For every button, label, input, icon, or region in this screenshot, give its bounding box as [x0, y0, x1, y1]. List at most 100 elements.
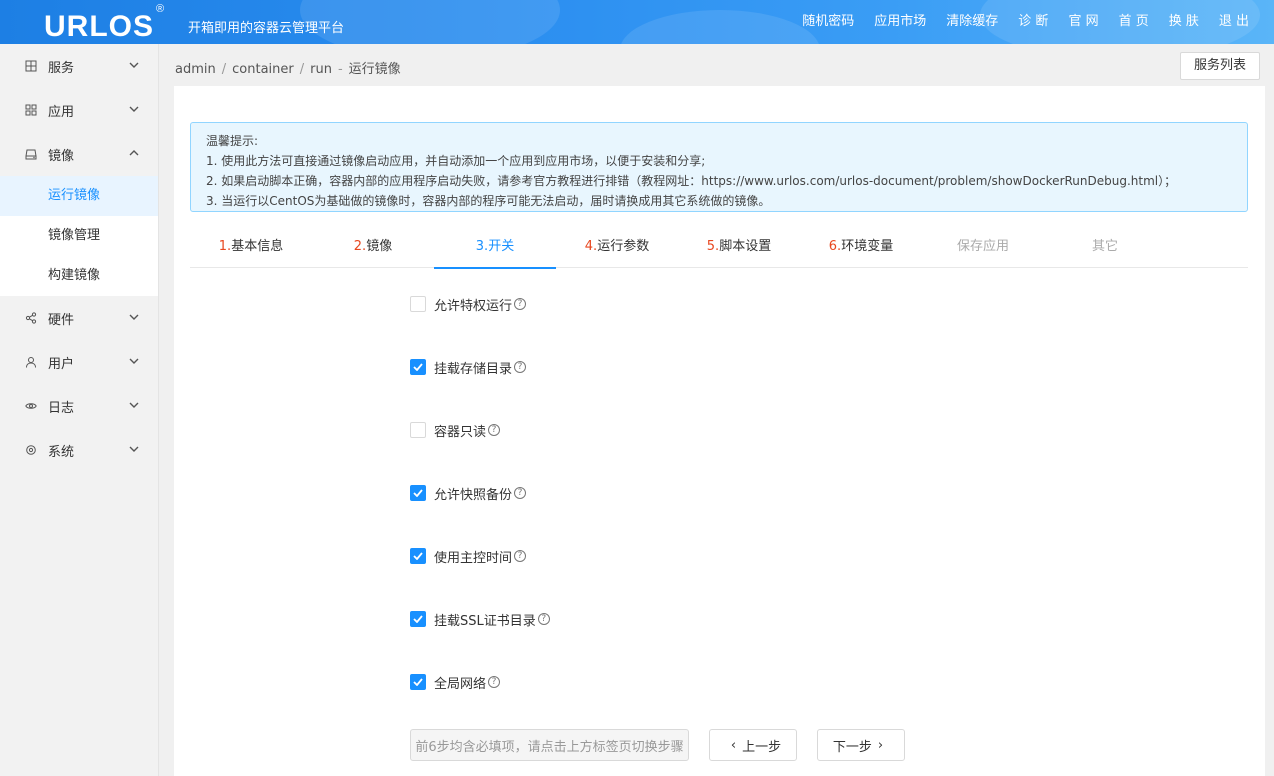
chevron-down-icon — [129, 402, 139, 408]
tab-script-settings[interactable]: 5.脚本设置 — [678, 232, 800, 268]
nav-logout[interactable]: 退 出 — [1209, 0, 1274, 44]
option-label[interactable]: 全局网络 — [434, 673, 486, 692]
nav-random-password[interactable]: 随机密码 — [792, 0, 864, 44]
breadcrumb: admin / container / run - 运行镜像 — [175, 58, 401, 77]
option-host-time: 使用主控时间 ? — [410, 547, 527, 566]
help-icon[interactable]: ? — [514, 487, 527, 499]
option-privileged: 允许特权运行 ? — [410, 295, 527, 314]
ssl-dir-checkbox[interactable] — [410, 611, 426, 627]
notice-box: 温馨提示: 1. 使用此方法可直接通过镜像启动应用，并自动添加一个应用到应用市场… — [190, 122, 1248, 212]
sidebar-item-label: 服务 — [48, 60, 75, 76]
help-icon[interactable]: ? — [514, 298, 527, 310]
tab-other[interactable]: 其它 — [1044, 232, 1166, 268]
sidebar-item-service[interactable]: 服务 — [0, 44, 158, 88]
nav-diagnose[interactable]: 诊 断 — [1008, 0, 1058, 44]
option-readonly: 容器只读 ? — [410, 421, 501, 440]
help-icon[interactable]: ? — [537, 613, 550, 625]
mount-storage-checkbox[interactable] — [410, 359, 426, 375]
top-header: URLOS® 开箱即用的容器云管理平台 随机密码 应用市场 清除缓存 诊 断 官… — [0, 0, 1274, 44]
sidebar-item-hardware[interactable]: 硬件 — [0, 296, 158, 340]
breadcrumb-run[interactable]: run — [310, 62, 332, 77]
notice-title: 温馨提示: — [206, 134, 259, 148]
option-label[interactable]: 容器只读 — [434, 421, 486, 440]
sidebar-item-apps[interactable]: 应用 — [0, 88, 158, 132]
option-label[interactable]: 使用主控时间 — [434, 547, 512, 566]
sidebar: 服务 应用 镜像 运行镜像 镜像管理 构建镜像 硬件 用户 日志 系统 — [0, 44, 159, 776]
logo[interactable]: URLOS® — [44, 3, 165, 44]
grid-icon — [24, 59, 38, 73]
sidebar-item-logs[interactable]: 日志 — [0, 384, 158, 428]
breadcrumb-current: 运行镜像 — [348, 62, 401, 77]
snapshot-checkbox[interactable] — [410, 485, 426, 501]
sidebar-item-users[interactable]: 用户 — [0, 340, 158, 384]
check-icon — [413, 489, 423, 497]
help-icon[interactable]: ? — [514, 361, 527, 373]
chevron-right-icon: › — [877, 737, 884, 753]
nav-app-market[interactable]: 应用市场 — [864, 0, 936, 44]
tab-image[interactable]: 2.镜像 — [312, 232, 434, 268]
tab-switches[interactable]: 3.开关 — [434, 232, 556, 269]
apps-icon — [24, 103, 38, 117]
sidebar-subitem-build-image[interactable]: 构建镜像 — [0, 256, 158, 296]
images-submenu: 运行镜像 镜像管理 构建镜像 — [0, 176, 158, 296]
sidebar-item-images[interactable]: 镜像 — [0, 132, 158, 176]
slogan: 开箱即用的容器云管理平台 — [188, 21, 345, 36]
option-global-network: 全局网络 ? — [410, 673, 501, 692]
notice-line: 1. 使用此方法可直接通过镜像启动应用，并自动添加一个应用到应用市场，以便于安装… — [206, 154, 706, 168]
breadcrumb-container[interactable]: container — [232, 62, 294, 77]
chevron-down-icon — [129, 314, 139, 320]
chevron-down-icon — [129, 62, 139, 68]
breadcrumb-separator: / — [221, 62, 227, 77]
tab-env-vars[interactable]: 6.环境变量 — [800, 232, 922, 268]
option-ssl-dir: 挂载SSL证书目录 ? — [410, 610, 550, 629]
share-icon — [24, 311, 38, 325]
sidebar-item-label: 系统 — [48, 444, 75, 460]
sidebar-item-label: 用户 — [48, 356, 75, 372]
tab-basic-info[interactable]: 1.基本信息 — [190, 232, 312, 268]
breadcrumb-separator: / — [299, 62, 305, 77]
nav-skin[interactable]: 换 肤 — [1159, 0, 1209, 44]
disk-icon — [24, 147, 38, 161]
chevron-down-icon — [129, 446, 139, 452]
option-mount-storage: 挂载存储目录 ? — [410, 358, 527, 377]
option-label[interactable]: 挂载SSL证书目录 — [434, 610, 536, 629]
chevron-down-icon — [129, 106, 139, 112]
required-steps-hint: 前6步均含必填项，请点击上方标签页切换步骤 — [410, 729, 689, 761]
check-icon — [413, 552, 423, 560]
chevron-left-icon: ‹ — [730, 737, 737, 753]
option-label[interactable]: 允许快照备份 — [434, 484, 512, 503]
sidebar-item-label: 硬件 — [48, 312, 75, 328]
sidebar-item-label: 镜像 — [48, 148, 75, 164]
breadcrumb-admin[interactable]: admin — [175, 62, 216, 77]
sidebar-subitem-image-manage[interactable]: 镜像管理 — [0, 216, 158, 256]
sidebar-item-label: 应用 — [48, 104, 75, 120]
check-icon — [413, 615, 423, 623]
header-cloud-decoration — [620, 10, 820, 44]
option-label[interactable]: 允许特权运行 — [434, 295, 512, 314]
help-icon[interactable]: ? — [488, 424, 501, 436]
global-network-checkbox[interactable] — [410, 674, 426, 690]
option-snapshot: 允许快照备份 ? — [410, 484, 527, 503]
nav-official-site[interactable]: 官 网 — [1058, 0, 1108, 44]
main-panel: 温馨提示: 1. 使用此方法可直接通过镜像启动应用，并自动添加一个应用到应用市场… — [174, 86, 1265, 776]
chevron-up-icon — [129, 150, 139, 156]
sidebar-item-system[interactable]: 系统 — [0, 428, 158, 472]
option-label[interactable]: 挂载存储目录 — [434, 358, 512, 377]
privileged-checkbox[interactable] — [410, 296, 426, 312]
help-icon[interactable]: ? — [488, 676, 501, 688]
sidebar-subitem-run-image[interactable]: 运行镜像 — [0, 176, 158, 216]
user-icon — [24, 355, 38, 369]
nav-clear-cache[interactable]: 清除缓存 — [936, 0, 1008, 44]
prev-step-button[interactable]: ‹ 上一步 — [709, 729, 797, 761]
top-nav: 随机密码 应用市场 清除缓存 诊 断 官 网 首 页 换 肤 退 出 — [792, 0, 1274, 44]
tab-run-params[interactable]: 4.运行参数 — [556, 232, 678, 268]
service-list-button[interactable]: 服务列表 — [1180, 52, 1260, 80]
host-time-checkbox[interactable] — [410, 548, 426, 564]
eye-icon — [24, 399, 38, 413]
help-icon[interactable]: ? — [514, 550, 527, 562]
readonly-checkbox[interactable] — [410, 422, 426, 438]
tab-save-app[interactable]: 保存应用 — [922, 232, 1044, 268]
nav-home[interactable]: 首 页 — [1109, 0, 1159, 44]
next-step-button[interactable]: 下一步 › — [817, 729, 905, 761]
chevron-down-icon — [129, 358, 139, 364]
